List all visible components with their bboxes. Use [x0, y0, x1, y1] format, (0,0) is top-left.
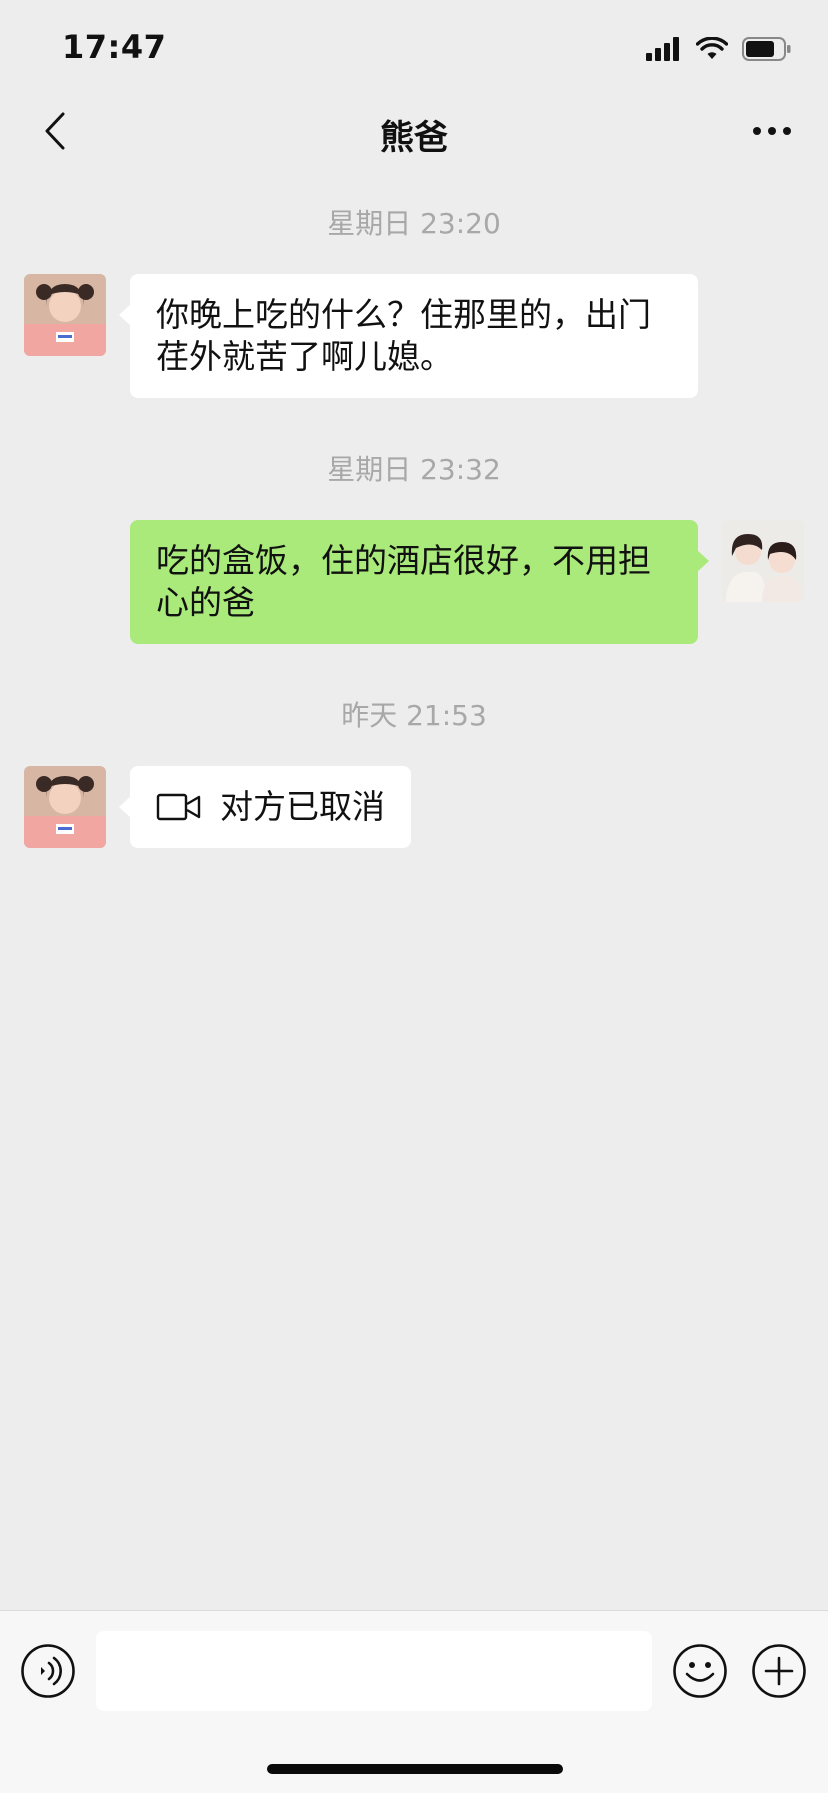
signal-icon: [646, 37, 679, 61]
avatar[interactable]: [24, 274, 106, 356]
voice-button[interactable]: [20, 1643, 76, 1699]
voice-icon: [21, 1644, 75, 1698]
mother-daughter-avatar-icon: [722, 520, 804, 602]
message-bubble-incoming[interactable]: 你晚上吃的什么？住那里的，出门荏外就苦了啊儿媳。: [119, 274, 698, 398]
my-avatar[interactable]: [722, 520, 804, 602]
message-text: 你晚上吃的什么？住那里的，出门荏外就苦了啊儿媳。: [156, 295, 651, 376]
plus-button[interactable]: [751, 1643, 807, 1699]
battery-icon: [742, 37, 791, 61]
status-time: 17:47: [62, 28, 167, 66]
call-status-text: 对方已取消: [220, 787, 385, 826]
plus-icon: [752, 1644, 806, 1698]
message-timestamp: 星期日 23:32: [327, 453, 501, 486]
avatar[interactable]: [24, 766, 106, 848]
message-timestamp: 昨天 21:53: [341, 699, 487, 732]
status-bar: 17:47: [0, 0, 828, 100]
status-icons: [646, 36, 792, 62]
more-button[interactable]: [742, 106, 802, 156]
message-text: 吃的盒饭，住的酒店很好，不用担心的爸: [156, 541, 651, 622]
video-call-bubble[interactable]: 对方已取消: [119, 766, 411, 848]
child-avatar-icon: [24, 766, 106, 848]
more-dots-icon: [753, 127, 791, 135]
message-input[interactable]: [96, 1631, 652, 1711]
child-avatar-icon: [24, 274, 106, 356]
video-camera-icon: [156, 793, 201, 821]
emoji-icon: [673, 1644, 727, 1698]
home-indicator: [267, 1764, 563, 1774]
message-timestamp: 星期日 23:20: [327, 207, 501, 240]
nav-bar: 熊爸: [0, 100, 828, 162]
emoji-button[interactable]: [672, 1643, 728, 1699]
wifi-icon: [696, 37, 728, 59]
chat-title: 熊爸: [380, 118, 448, 158]
message-bubble-outgoing[interactable]: 吃的盒饭，住的酒店很好，不用担心的爸: [130, 520, 709, 644]
